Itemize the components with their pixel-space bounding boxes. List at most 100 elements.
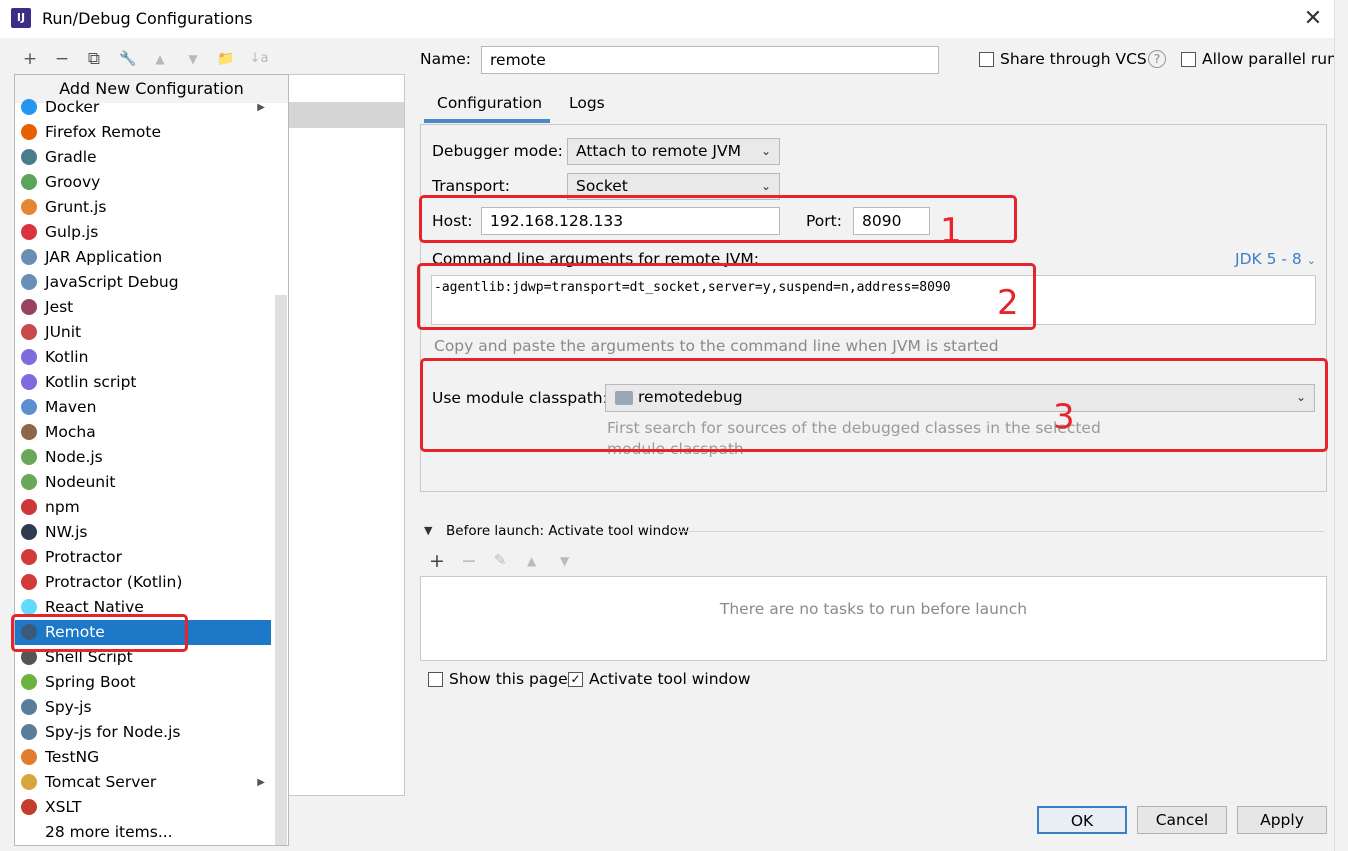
list-item-protractor-kotlin[interactable]: Protractor (Kotlin) (15, 570, 271, 595)
move-up-icon[interactable]: ▲ (149, 48, 171, 70)
name-input[interactable]: remote (481, 46, 939, 74)
list-item-jar-application[interactable]: JAR Application (15, 245, 271, 270)
list-item-label: Node.js (45, 448, 103, 466)
jdk-version-link[interactable]: JDK 5 - 8 ⌄ (1235, 250, 1316, 268)
list-item-node-js[interactable]: Node.js (15, 445, 271, 470)
help-icon[interactable]: ? (1148, 50, 1166, 68)
list-item-label: Kotlin script (45, 373, 137, 391)
list-item-gradle[interactable]: Gradle (15, 145, 271, 170)
chevron-down-icon: ⌄ (760, 144, 771, 158)
tab-configuration[interactable]: Configuration (437, 94, 542, 112)
list-item-label: npm (45, 498, 80, 516)
move-task-down-icon[interactable]: ▼ (560, 554, 569, 568)
allow-parallel-label: Allow parallel run (1202, 50, 1337, 68)
list-item-label: Firefox Remote (45, 123, 162, 141)
list-item-spy-js[interactable]: Spy-js (15, 695, 271, 720)
list-item-label: Kotlin (45, 348, 89, 366)
list-item-spy-js-for-node-js[interactable]: Spy-js for Node.js (15, 720, 271, 745)
move-task-up-icon[interactable]: ▲ (527, 554, 536, 568)
spy-js-node-icon (21, 724, 37, 740)
wrench-icon[interactable]: 🔧 (117, 48, 139, 70)
list-item-javascript-debug[interactable]: JavaScript Debug (15, 270, 271, 295)
list-item-28-more-items[interactable]: 28 more items... (15, 820, 271, 845)
remove-icon[interactable]: − (51, 48, 73, 70)
list-item-label: Gulp.js (45, 223, 99, 241)
annotation-number-1: 1 (940, 211, 962, 251)
list-item-mocha[interactable]: Mocha (15, 420, 271, 445)
nwjs-icon (21, 524, 37, 540)
tree-selected-row[interactable] (289, 102, 404, 128)
ok-button[interactable]: OK (1037, 806, 1127, 834)
popup-scrollbar[interactable] (275, 295, 287, 845)
list-item-kotlin[interactable]: Kotlin (15, 345, 271, 370)
list-item-gulp-js[interactable]: Gulp.js (15, 220, 271, 245)
submenu-arrow-icon: ▶ (257, 102, 265, 113)
groovy-icon (21, 174, 37, 190)
list-item-groovy[interactable]: Groovy (15, 170, 271, 195)
protractor-kotlin-icon (21, 574, 37, 590)
list-item-label: Spring Boot (45, 673, 136, 691)
debugger-mode-select[interactable]: Attach to remote JVM ⌄ (567, 138, 780, 165)
list-item-label: Nodeunit (45, 473, 116, 491)
protractor-icon (21, 549, 37, 565)
before-launch-task-list[interactable] (420, 576, 1327, 661)
list-item-label: Groovy (45, 173, 101, 191)
window-title: Run/Debug Configurations (42, 9, 253, 28)
list-item-firefox-remote[interactable]: Firefox Remote (15, 120, 271, 145)
add-icon[interactable]: + (19, 48, 41, 70)
list-item-label: JAR Application (45, 248, 163, 266)
list-item-label: JUnit (45, 323, 82, 341)
intellij-icon: IJ (11, 8, 31, 28)
docker-icon (21, 99, 37, 115)
list-item-label: Spy-js (45, 698, 92, 716)
collapse-triangle-icon[interactable]: ▼ (424, 524, 432, 537)
remove-task-icon[interactable]: − (461, 550, 477, 572)
list-item-tomcat-server[interactable]: Tomcat Server ▶ (15, 770, 271, 795)
add-task-icon[interactable]: + (429, 550, 445, 572)
activate-tool-checkbox[interactable]: ✓ (568, 672, 583, 687)
allow-parallel-checkbox[interactable] (1181, 52, 1196, 67)
before-launch-label[interactable]: Before launch: Activate tool window (446, 523, 689, 539)
edit-task-icon[interactable]: ✎ (494, 551, 507, 569)
apply-button[interactable]: Apply (1237, 806, 1327, 834)
list-item-kotlin-script[interactable]: Kotlin script (15, 370, 271, 395)
list-item-xslt[interactable]: XSLT (15, 795, 271, 820)
list-item-junit[interactable]: JUnit (15, 320, 271, 345)
cancel-button[interactable]: Cancel (1137, 806, 1227, 834)
kotlin-icon (21, 349, 37, 365)
list-item-testng[interactable]: TestNG (15, 745, 271, 770)
copy-icon[interactable]: ⧉ (83, 48, 105, 70)
no-tasks-text: There are no tasks to run before launch (719, 600, 1028, 618)
folder-icon[interactable]: 📁 (215, 48, 237, 70)
list-item-maven[interactable]: Maven (15, 395, 271, 420)
list-item-label: JavaScript Debug (45, 273, 179, 291)
close-icon[interactable]: ✕ (1302, 6, 1324, 31)
tomcat-icon (21, 774, 37, 790)
annotation-box-3 (420, 358, 1328, 452)
list-item-spring-boot[interactable]: Spring Boot (15, 670, 271, 695)
spring-boot-icon (21, 674, 37, 690)
list-item-docker[interactable]: Docker ▶ (15, 95, 271, 120)
share-vcs-checkbox[interactable] (979, 52, 994, 67)
list-item-npm[interactable]: npm (15, 495, 271, 520)
sort-icon[interactable]: ↓a (248, 48, 270, 70)
list-item-jest[interactable]: Jest (15, 295, 271, 320)
annotation-number-3: 3 (1053, 397, 1075, 437)
list-item-protractor[interactable]: Protractor (15, 545, 271, 570)
submenu-arrow-icon: ▶ (257, 777, 265, 788)
list-item-grunt-js[interactable]: Grunt.js (15, 195, 271, 220)
kotlin-script-icon (21, 374, 37, 390)
list-item-nodeunit[interactable]: Nodeunit (15, 470, 271, 495)
grunt-icon (21, 199, 37, 215)
share-vcs-label: Share through VCS (1000, 50, 1147, 68)
list-item-label: NW.js (45, 523, 88, 541)
list-item-nw-js[interactable]: NW.js (15, 520, 271, 545)
jdk-version-text: JDK 5 - 8 (1235, 250, 1302, 268)
window-edge (1334, 0, 1348, 851)
configuration-tree[interactable] (288, 74, 405, 796)
show-page-checkbox[interactable] (428, 672, 443, 687)
show-page-label: Show this page (449, 670, 568, 688)
list-item-label: Protractor (Kotlin) (45, 573, 183, 591)
move-down-icon[interactable]: ▼ (182, 48, 204, 70)
tab-logs[interactable]: Logs (569, 94, 605, 112)
